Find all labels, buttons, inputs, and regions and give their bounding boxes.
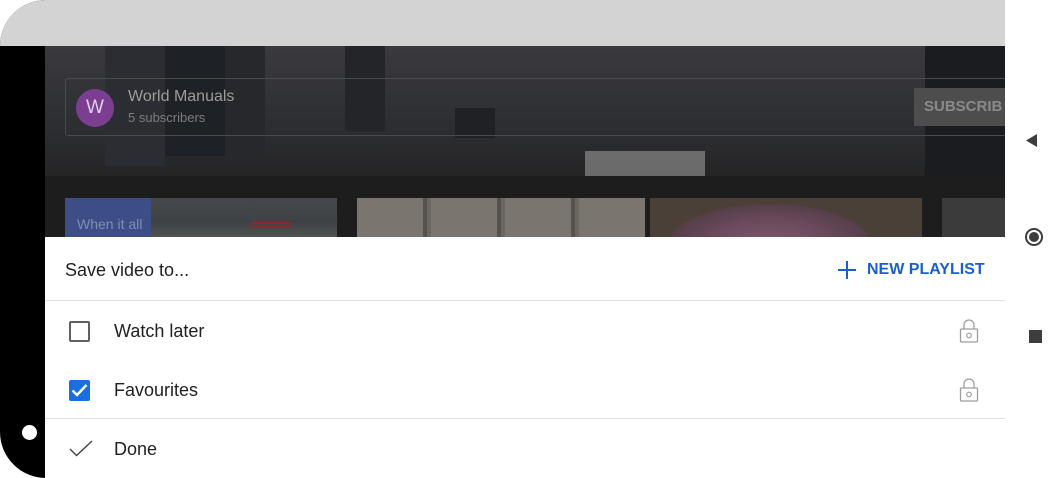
subscribe-button[interactable]: SUBSCRIB — [914, 88, 1005, 126]
new-playlist-label: NEW PLAYLIST — [867, 261, 985, 278]
checkmark-icon — [71, 384, 88, 397]
thumbnail-tile — [579, 198, 645, 237]
playlist-label: Favourites — [114, 380, 199, 400]
thumbnail-image — [670, 204, 870, 237]
thumbnail-tile — [357, 198, 427, 237]
home-circle-icon[interactable] — [1025, 228, 1043, 246]
check-icon — [69, 440, 93, 457]
channel-name[interactable]: World Manuals — [128, 88, 234, 106]
plus-icon — [838, 261, 856, 279]
recents-square-icon[interactable] — [1029, 330, 1042, 343]
playlist-label: Watch later — [114, 321, 205, 341]
playlist-item-favourites[interactable]: Favourites — [45, 361, 1005, 420]
status-bar — [0, 0, 1005, 46]
favourites-checkbox[interactable] — [69, 380, 90, 401]
video-thumbnail[interactable]: When it all — [65, 198, 337, 237]
back-triangle-icon[interactable] — [1025, 133, 1038, 148]
done-label: Done — [114, 439, 158, 459]
lock-icon — [959, 319, 979, 343]
channel-card[interactable]: W World Manuals 5 subscribers SUBSCRIB — [65, 78, 1005, 136]
watch-later-checkbox[interactable] — [69, 321, 90, 342]
thumbnail-arrow-mark — [250, 222, 292, 228]
video-thumbnail[interactable] — [357, 198, 645, 237]
phone-screen: W World Manuals 5 subscribers SUBSCRIB W… — [0, 0, 1005, 478]
video-thumbnail[interactable] — [650, 198, 922, 237]
sheet-header: Save video to... NEW PLAYLIST — [45, 237, 1005, 301]
lock-icon — [959, 378, 979, 402]
video-thumbnail[interactable] — [942, 198, 1005, 237]
sheet-title: Save video to... — [65, 260, 190, 280]
save-to-playlist-sheet: Save video to... NEW PLAYLIST Watch late… — [45, 237, 1005, 478]
thumbnail-title: When it all — [77, 216, 143, 232]
playlist-item-watch-later[interactable]: Watch later — [45, 302, 1005, 361]
thumbnail-tile — [505, 198, 575, 237]
video-background: W World Manuals 5 subscribers SUBSCRIB W… — [45, 46, 1005, 237]
camera-dot — [22, 425, 37, 440]
system-nav-bar — [1005, 0, 1062, 478]
done-button[interactable]: Done — [45, 418, 1005, 478]
avatar[interactable]: W — [76, 89, 114, 127]
channel-subscriber-count: 5 subscribers — [128, 110, 206, 125]
new-playlist-button[interactable]: NEW PLAYLIST — [838, 257, 985, 283]
thumbnail-tile — [431, 198, 501, 237]
